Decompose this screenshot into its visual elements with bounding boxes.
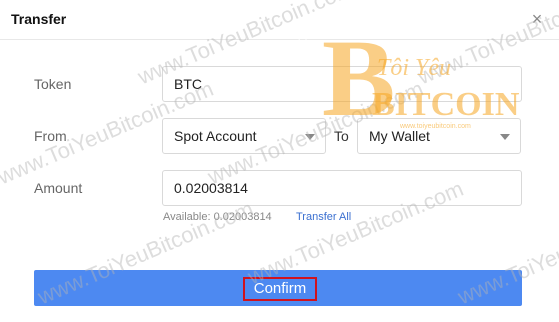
to-value: My Wallet [369, 128, 430, 144]
dialog-title: Transfer [11, 11, 67, 27]
token-select[interactable]: BTC [162, 66, 522, 102]
dialog-header: Transfer × [0, 0, 559, 40]
available-balance: Available: 0.02003814 [163, 211, 272, 223]
transfer-all-link[interactable]: Transfer All [296, 211, 351, 223]
from-value: Spot Account [174, 128, 257, 144]
amount-value: 0.02003814 [174, 180, 248, 196]
to-label: To [334, 128, 349, 144]
chevron-down-icon [305, 134, 315, 140]
from-label: From [34, 128, 67, 144]
amount-label: Amount [34, 180, 83, 196]
confirm-label: Confirm [243, 277, 317, 301]
available-value: 0.02003814 [213, 211, 272, 223]
amount-input[interactable]: 0.02003814 [162, 170, 522, 206]
from-select[interactable]: Spot Account [162, 118, 326, 154]
chevron-down-icon [500, 134, 510, 140]
token-label: Token [34, 76, 72, 92]
available-label: Available: [163, 211, 211, 223]
close-icon[interactable]: × [528, 10, 546, 28]
token-value: BTC [174, 76, 202, 92]
to-select[interactable]: My Wallet [357, 118, 521, 154]
